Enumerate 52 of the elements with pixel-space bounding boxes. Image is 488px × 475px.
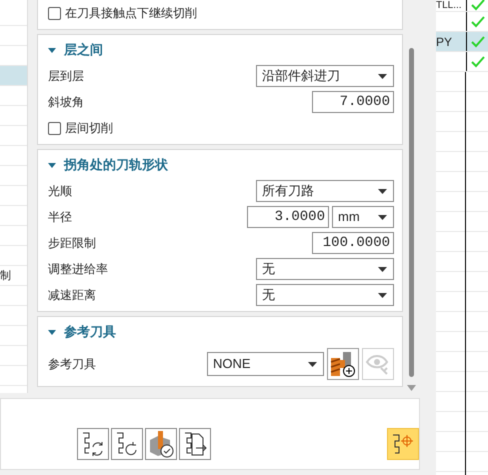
checkbox-label: 在刀具接触点下继续切削 [65,5,197,21]
field-label: 光顺 [48,183,72,199]
verify-button[interactable] [145,428,177,460]
number-field[interactable]: 7.0000 [312,91,394,113]
operation-name: TLL... [436,0,462,11]
part-check-icon [147,430,175,458]
dropdown[interactable]: 无 [256,284,394,306]
scrollbar-thumb[interactable] [408,48,414,377]
field-label: 斜坡角 [48,94,84,110]
target-button[interactable] [387,428,419,460]
tool-add-icon [329,350,357,378]
dropdown[interactable]: 沿部件斜进刀 [256,65,394,87]
tool-dropdown[interactable]: NONE [207,352,324,376]
section-header[interactable]: 层之间 [48,39,394,61]
field-label: 步距限制 [48,235,96,251]
dropdown-arrow-icon [378,266,387,272]
regenerate-button[interactable] [111,428,143,460]
number-field[interactable]: 3.0000 [247,206,329,228]
list-output-button[interactable] [179,428,211,460]
field-label: 调整进给率 [48,261,108,277]
collapse-arrow-icon [48,48,56,52]
refresh-list-button[interactable] [77,428,109,460]
dropdown-arrow-icon [378,292,387,298]
checkbox-label: 层间切削 [65,120,113,136]
operation-name: PY [436,34,452,48]
list-row[interactable]: 制 [0,266,27,286]
dropdown[interactable]: 无 [256,258,394,280]
scroll-down-icon[interactable] [406,385,416,391]
list-row[interactable] [0,66,27,86]
operation-row[interactable]: PY [436,32,488,52]
dropdown[interactable]: 所有刀路 [256,180,394,202]
field-label: 层到层 [48,68,84,84]
collapse-arrow-icon [48,162,56,168]
dropdown-arrow-icon [378,188,387,194]
field-label: 半径 [48,209,72,225]
dropdown-arrow-icon [308,362,317,366]
eye-wrench-icon [365,352,391,376]
section-header[interactable]: 拐角处的刀轨形状 [48,154,394,176]
operation-row[interactable]: TLL... [436,0,488,12]
field-label: 减速距离 [48,287,96,303]
number-field[interactable]: 100.0000 [312,232,394,254]
unit-dropdown[interactable]: mm [332,206,394,228]
checkbox[interactable] [48,6,61,20]
checkbox[interactable] [48,122,61,134]
dropdown-arrow-icon [378,74,387,78]
list-export-icon [182,431,208,457]
collapse-arrow-icon [48,330,56,334]
list-item-text: 制 [0,269,11,283]
field-label: 参考刀具 [48,356,96,372]
new-tool-button[interactable] [327,348,359,380]
dropdown-arrow-icon [378,214,387,220]
section-header[interactable]: 参考刀具 [48,321,394,343]
